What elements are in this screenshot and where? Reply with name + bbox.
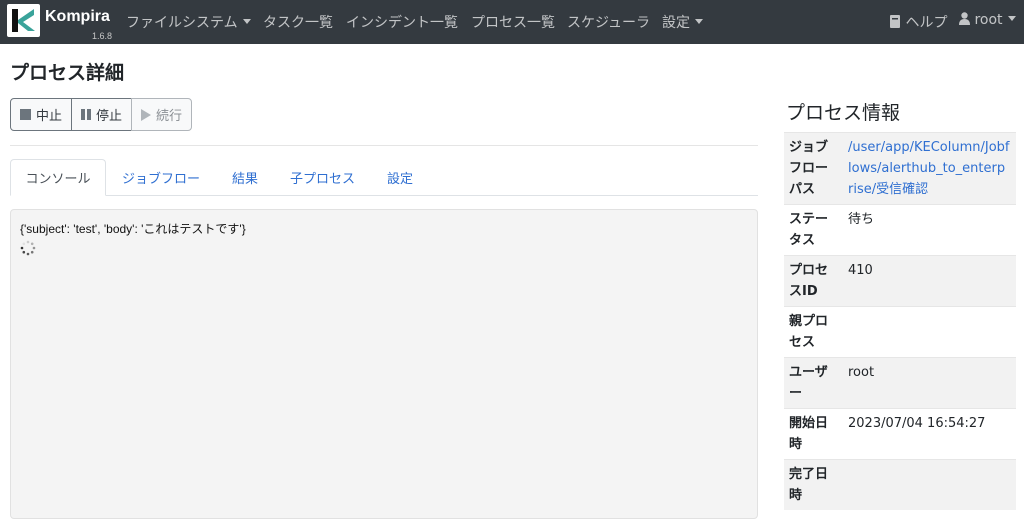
nav-settings-label: 設定	[662, 15, 690, 31]
pause-button[interactable]: 停止	[71, 98, 133, 131]
info-row-status: ステータス 待ち	[784, 204, 1016, 256]
caret-down-icon	[695, 19, 703, 24]
nav-user-menu[interactable]: root	[959, 12, 1016, 28]
loading-spinner-icon	[20, 240, 36, 256]
abort-button[interactable]: 中止	[10, 98, 73, 131]
info-key: 親プロセス	[784, 306, 842, 358]
info-key: プロセスID	[784, 255, 842, 307]
tab-settings[interactable]: 設定	[387, 159, 413, 196]
nav-filesystem[interactable]: ファイルシステム	[126, 12, 251, 32]
info-value: root	[842, 357, 1016, 409]
process-info-table: ジョブフローパス /user/app/KEColumn/Jobflows/ale…	[784, 132, 1016, 510]
kompira-logo[interactable]	[7, 4, 40, 37]
info-row-start-time: 開始日時 2023/07/04 16:54:27	[784, 408, 1016, 460]
user-icon	[959, 12, 970, 25]
info-row-parent-process: 親プロセス	[784, 306, 1016, 358]
book-icon	[890, 15, 900, 28]
brand-name[interactable]: Kompira	[45, 8, 110, 26]
tab-child-process[interactable]: 子プロセス	[290, 159, 355, 196]
caret-down-icon	[242, 19, 251, 24]
nav-process-list[interactable]: プロセス一覧	[471, 12, 555, 32]
info-value	[842, 306, 1016, 358]
process-control-buttons: 中止 停止 続行	[10, 98, 193, 131]
info-key: 完了日時	[784, 459, 842, 510]
tab-jobflow[interactable]: ジョブフロー	[122, 159, 200, 196]
stop-square-icon	[20, 109, 31, 120]
nav-scheduler[interactable]: スケジューラ	[567, 12, 650, 32]
tab-result[interactable]: 結果	[232, 159, 258, 196]
info-row-process-id: プロセスID 410	[784, 255, 1016, 307]
jobflow-path-link[interactable]: /user/app/KEColumn/Jobflows/alerthub_to_…	[848, 140, 1009, 197]
info-row-end-time: 完了日時	[784, 459, 1016, 510]
console-text: {'subject': 'test', 'body': 'これはテストです'}	[20, 222, 246, 236]
info-key: ステータス	[784, 204, 842, 256]
info-key: ジョブフローパス	[784, 132, 842, 205]
nav-filesystem-label: ファイルシステム	[126, 15, 238, 31]
info-value: 410	[842, 255, 1016, 307]
top-navbar: Kompira 1.6.8 ファイルシステム タスク一覧 インシデント一覧 プロ…	[0, 0, 1024, 44]
info-value: 待ち	[842, 204, 1016, 256]
info-key: 開始日時	[784, 408, 842, 460]
play-icon	[141, 108, 152, 121]
page-title: プロセス詳細	[10, 62, 125, 84]
console-output[interactable]: {'subject': 'test', 'body': 'これはテストです'}	[10, 209, 758, 519]
version-label: 1.6.8	[92, 31, 113, 41]
process-tabs: コンソール ジョブフロー 結果 子プロセス 設定	[10, 159, 758, 196]
info-value	[842, 459, 1016, 510]
nav-help-label: ヘルプ	[905, 15, 948, 31]
nav-task-list[interactable]: タスク一覧	[263, 12, 333, 32]
info-value: /user/app/KEColumn/Jobflows/alerthub_to_…	[842, 132, 1016, 205]
info-key: ユーザー	[784, 357, 842, 409]
info-row-jobflow-path: ジョブフローパス /user/app/KEColumn/Jobflows/ale…	[784, 132, 1016, 205]
tab-console[interactable]: コンソール	[10, 159, 106, 196]
divider	[10, 145, 758, 146]
nav-user-label: root	[974, 12, 1003, 28]
nav-settings[interactable]: 設定	[662, 12, 703, 32]
resume-button-label: 続行	[156, 109, 183, 124]
resume-button[interactable]: 続行	[131, 98, 193, 131]
pause-button-label: 停止	[96, 109, 123, 124]
pause-icon	[81, 109, 92, 120]
process-info-title: プロセス情報	[786, 102, 901, 124]
abort-button-label: 中止	[36, 109, 63, 124]
nav-incident-list[interactable]: インシデント一覧	[346, 12, 458, 32]
info-row-user: ユーザー root	[784, 357, 1016, 409]
info-value: 2023/07/04 16:54:27	[842, 408, 1016, 460]
nav-help[interactable]: ヘルプ	[889, 12, 947, 32]
caret-down-icon	[1007, 16, 1016, 21]
